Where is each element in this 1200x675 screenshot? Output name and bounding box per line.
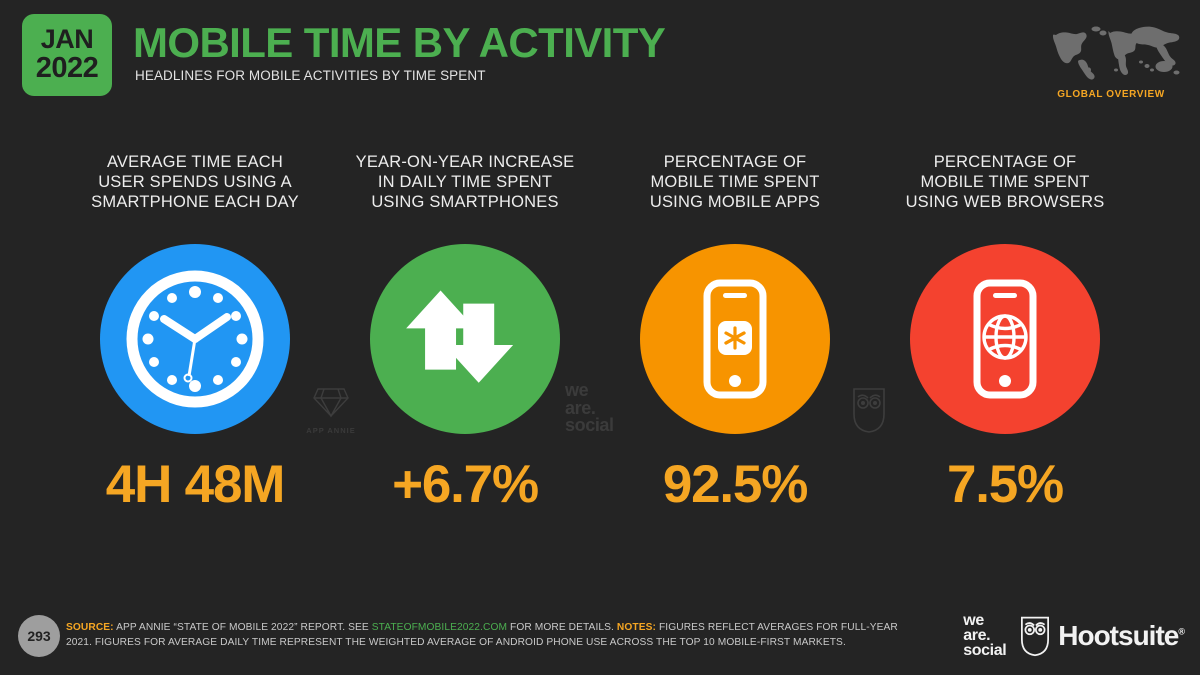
hootsuite-owl-logo-icon xyxy=(1021,616,1050,656)
stat-icon-circle xyxy=(370,244,560,434)
stat-heading: PERCENTAGE OF MOBILE TIME SPENT USING MO… xyxy=(649,153,821,212)
smartphone-browser-icon xyxy=(973,279,1037,399)
up-down-arrows-icon xyxy=(406,290,514,383)
date-badge-month: JAN xyxy=(40,24,94,55)
source-link[interactable]: STATEOFMOBILE2022.COM xyxy=(372,622,507,633)
global-overview-block: GLOBAL OVERVIEW xyxy=(1036,18,1186,100)
global-overview-label: GLOBAL OVERVIEW xyxy=(1057,89,1165,100)
stat-heading: AVERAGE TIME EACH USER SPENDS USING A SM… xyxy=(91,153,299,212)
stat-value: +6.7% xyxy=(392,455,539,514)
page-subtitle: HEADLINES FOR MOBILE ACTIVITIES BY TIME … xyxy=(135,68,486,83)
stat-icon-circle xyxy=(640,244,830,434)
clock-icon xyxy=(126,270,264,408)
stat-icon-circle xyxy=(910,244,1100,434)
source-note: SOURCE: APP ANNIE “STATE OF MOBILE 2022”… xyxy=(66,621,916,651)
hootsuite-logo: Hootsuite® xyxy=(1020,615,1185,657)
stat-column-web-browsers: PERCENTAGE OF MOBILE TIME SPENT USING WE… xyxy=(870,152,1140,511)
was-logo-line1: we xyxy=(963,612,984,629)
source-text-2: FOR MORE DETAILS. xyxy=(510,622,614,633)
stat-column-average-time: AVERAGE TIME EACH USER SPENDS USING A SM… xyxy=(60,152,330,511)
page-footer: 293 SOURCE: APP ANNIE “STATE OF MOBILE 2… xyxy=(0,601,1200,675)
date-badge: JAN 2022 xyxy=(22,14,112,96)
notes-label: NOTES: xyxy=(616,622,657,633)
was-logo-line3: social xyxy=(963,642,1007,660)
stat-heading: YEAR-ON-YEAR INCREASE IN DAILY TIME SPEN… xyxy=(355,153,575,212)
date-badge-year: 2022 xyxy=(35,51,99,84)
stat-value: 92.5% xyxy=(662,455,808,514)
stat-value: 7.5% xyxy=(946,455,1064,514)
stat-value: 4H 48M xyxy=(105,455,286,514)
stat-heading: PERCENTAGE OF MOBILE TIME SPENT USING WE… xyxy=(905,153,1105,212)
page-number-badge: 293 xyxy=(18,615,60,657)
source-text-1: APP ANNIE “STATE OF MOBILE 2022” REPORT.… xyxy=(116,622,369,633)
stats-row: AVERAGE TIME EACH USER SPENDS USING A SM… xyxy=(0,152,1200,552)
stat-icon-circle xyxy=(100,244,290,434)
footer-logos: we are. social Hootsuite® xyxy=(963,612,1185,660)
stat-column-yoy-increase: YEAR-ON-YEAR INCREASE IN DAILY TIME SPEN… xyxy=(330,152,600,511)
source-label: SOURCE: xyxy=(66,622,114,633)
stat-column-mobile-apps: PERCENTAGE OF MOBILE TIME SPENT USING MO… xyxy=(600,152,870,511)
page-title: MOBILE TIME BY ACTIVITY xyxy=(133,19,666,66)
we-are-social-logo: we are. social xyxy=(963,612,1007,660)
was-logo-line2: are. xyxy=(963,627,991,645)
hootsuite-wordmark-text: Hootsuite xyxy=(1058,619,1179,651)
hootsuite-wordmark: Hootsuite® xyxy=(1058,619,1185,652)
smartphone-app-icon xyxy=(703,279,767,399)
page-header: JAN 2022 MOBILE TIME BY ACTIVITY HEADLIN… xyxy=(0,0,1200,120)
hootsuite-registered-mark: ® xyxy=(1178,626,1185,637)
world-map-icon xyxy=(1052,26,1180,80)
